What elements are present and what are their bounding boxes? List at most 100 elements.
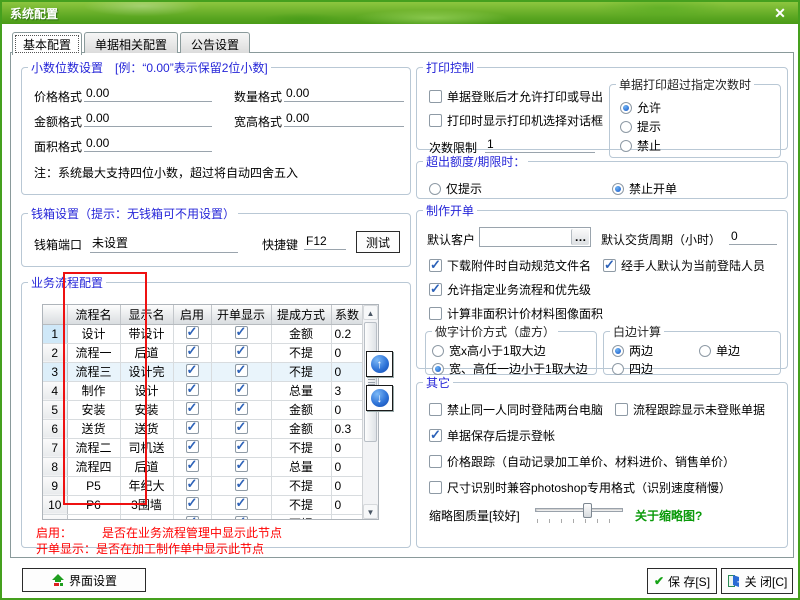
checkbox-calc-image-area[interactable]: 计算非面积计价材料图像面积 bbox=[429, 305, 603, 322]
move-down-button[interactable]: ↓ bbox=[366, 385, 393, 411]
display-name-cell[interactable]: 设计完 bbox=[120, 362, 173, 381]
checkbox-icon[interactable] bbox=[186, 326, 199, 339]
limit-input[interactable]: 1 bbox=[485, 137, 595, 153]
table-row[interactable]: 6送货送货金额0.3 bbox=[43, 419, 363, 438]
factor-cell[interactable]: 0.3 bbox=[331, 419, 363, 438]
checkbox-printer-dialog[interactable]: 打印时显示打印机选择对话框 bbox=[429, 112, 603, 129]
ellipsis-button[interactable]: … bbox=[571, 229, 589, 245]
enabled-cell[interactable] bbox=[173, 495, 211, 514]
display-name-cell[interactable]: 设计 bbox=[120, 381, 173, 400]
checkbox-icon[interactable] bbox=[235, 478, 248, 491]
checkbox-icon[interactable] bbox=[235, 497, 248, 510]
wh-format-input[interactable]: 0.00 bbox=[284, 111, 404, 127]
commission-cell[interactable]: 总量 bbox=[271, 457, 331, 476]
enabled-cell[interactable] bbox=[173, 457, 211, 476]
about-thumbnail-link[interactable]: 关于缩略图? bbox=[635, 507, 702, 524]
checkbox-rename-attachment[interactable]: 下载附件时自动规范文件名 bbox=[429, 257, 591, 274]
area-format-input[interactable]: 0.00 bbox=[84, 136, 212, 152]
checkbox-default-handler[interactable]: 经手人默认为当前登陆人员 bbox=[603, 257, 765, 274]
display-name-cell[interactable]: 安装 bbox=[120, 400, 173, 419]
display-name-cell[interactable]: 司机送 bbox=[120, 438, 173, 457]
flow-name-cell[interactable]: P5 bbox=[67, 476, 120, 495]
factor-cell[interactable]: 0 bbox=[331, 476, 363, 495]
checkbox-icon[interactable] bbox=[235, 383, 248, 396]
enabled-cell[interactable] bbox=[173, 381, 211, 400]
checkbox-icon[interactable] bbox=[186, 402, 199, 415]
show-on-order-cell[interactable] bbox=[211, 419, 271, 438]
enabled-cell[interactable] bbox=[173, 476, 211, 495]
display-name-cell[interactable] bbox=[120, 514, 173, 520]
radio-forbid[interactable]: 禁止 bbox=[620, 137, 661, 154]
flow-name-cell[interactable]: 流程二 bbox=[67, 438, 120, 457]
enabled-cell[interactable] bbox=[173, 400, 211, 419]
flow-name-cell[interactable]: P6 bbox=[67, 495, 120, 514]
checkbox-icon[interactable] bbox=[186, 383, 199, 396]
flow-name-cell[interactable]: 送货 bbox=[67, 419, 120, 438]
table-row[interactable]: 9P5年纪大不提0 bbox=[43, 476, 363, 495]
checkbox-single-login[interactable]: 禁止同一人同时登陆两台电脑 bbox=[429, 401, 603, 418]
factor-cell[interactable]: 0 bbox=[331, 438, 363, 457]
commission-cell[interactable]: 不提 bbox=[271, 476, 331, 495]
hotkey-input[interactable]: F12 bbox=[304, 234, 346, 250]
factor-cell[interactable]: 0 bbox=[331, 495, 363, 514]
checkbox-post-before-print[interactable]: 单据登账后才允许打印或导出 bbox=[429, 88, 603, 105]
show-on-order-cell[interactable] bbox=[211, 400, 271, 419]
factor-cell[interactable]: 0 bbox=[331, 457, 363, 476]
checkbox-icon[interactable] bbox=[186, 421, 199, 434]
radio-prompt[interactable]: 提示 bbox=[620, 118, 661, 135]
checkbox-icon[interactable] bbox=[235, 402, 248, 415]
tab-announcement-config[interactable]: 公告设置 bbox=[180, 32, 250, 53]
enabled-cell[interactable] bbox=[173, 324, 211, 343]
table-row[interactable]: 4制作设计总量3 bbox=[43, 381, 363, 400]
checkbox-icon[interactable] bbox=[235, 459, 248, 472]
scroll-thumb[interactable] bbox=[364, 322, 377, 442]
factor-cell[interactable]: 0 bbox=[331, 400, 363, 419]
default-customer-input[interactable]: … bbox=[479, 227, 591, 247]
table-row[interactable]: 2流程一后道不提0 bbox=[43, 343, 363, 362]
amount-format-input[interactable]: 0.00 bbox=[84, 111, 212, 127]
table-row[interactable]: 不提0 bbox=[43, 514, 363, 520]
show-on-order-cell[interactable] bbox=[211, 514, 271, 520]
move-up-button[interactable]: ↑ bbox=[366, 351, 393, 377]
table-row[interactable]: 3流程三设计完不提0 bbox=[43, 362, 363, 381]
show-on-order-cell[interactable] bbox=[211, 343, 271, 362]
factor-cell[interactable]: 3 bbox=[331, 381, 363, 400]
checkbox-icon[interactable] bbox=[235, 421, 248, 434]
close-icon[interactable]: ✕ bbox=[770, 5, 790, 22]
radio-wxh-less1[interactable]: 宽x高小于1取大边 bbox=[432, 342, 546, 359]
tab-document-config[interactable]: 单据相关配置 bbox=[84, 32, 178, 53]
scroll-up-icon[interactable]: ▲ bbox=[363, 305, 378, 320]
qty-format-input[interactable]: 0.00 bbox=[284, 86, 404, 102]
show-on-order-cell[interactable] bbox=[211, 362, 271, 381]
price-format-input[interactable]: 0.00 bbox=[84, 86, 212, 102]
enabled-cell[interactable] bbox=[173, 438, 211, 457]
table-row[interactable]: 5安装安装金额0 bbox=[43, 400, 363, 419]
commission-cell[interactable]: 金额 bbox=[271, 400, 331, 419]
table-row[interactable]: 7流程二司机送不提0 bbox=[43, 438, 363, 457]
commission-cell[interactable]: 不提 bbox=[271, 362, 331, 381]
checkbox-icon[interactable] bbox=[235, 345, 248, 358]
factor-cell[interactable]: 0 bbox=[331, 362, 363, 381]
slider-thumb[interactable] bbox=[583, 503, 592, 518]
close-button[interactable]: 关 闭[C] bbox=[721, 568, 793, 594]
checkbox-icon[interactable] bbox=[186, 478, 199, 491]
test-button[interactable]: 测试 bbox=[356, 231, 400, 253]
table-scrollbar[interactable]: ▲ ▼ bbox=[362, 305, 378, 519]
checkbox-icon[interactable] bbox=[186, 459, 199, 472]
commission-cell[interactable]: 不提 bbox=[271, 343, 331, 362]
checkbox-icon[interactable] bbox=[235, 516, 248, 521]
table-row[interactable]: 10P63围墙不提0 bbox=[43, 495, 363, 514]
thumbnail-quality-slider[interactable] bbox=[535, 503, 623, 523]
save-button[interactable]: ✔ 保 存[S] bbox=[647, 568, 717, 594]
checkbox-assign-flow[interactable]: 允许指定业务流程和优先级 bbox=[429, 281, 591, 298]
show-on-order-cell[interactable] bbox=[211, 457, 271, 476]
enabled-cell[interactable] bbox=[173, 362, 211, 381]
commission-cell[interactable]: 不提 bbox=[271, 514, 331, 520]
radio-one-side[interactable]: 单边 bbox=[699, 342, 740, 359]
checkbox-save-prompt[interactable]: 单据保存后提示登帐 bbox=[429, 427, 555, 444]
cashbox-port-input[interactable]: 未设置 bbox=[90, 234, 238, 253]
radio-prompt-only[interactable]: 仅提示 bbox=[429, 180, 482, 197]
commission-cell[interactable]: 不提 bbox=[271, 438, 331, 457]
commission-cell[interactable]: 总量 bbox=[271, 381, 331, 400]
table-row[interactable]: 1设计带设计金额0.2 bbox=[43, 324, 363, 343]
